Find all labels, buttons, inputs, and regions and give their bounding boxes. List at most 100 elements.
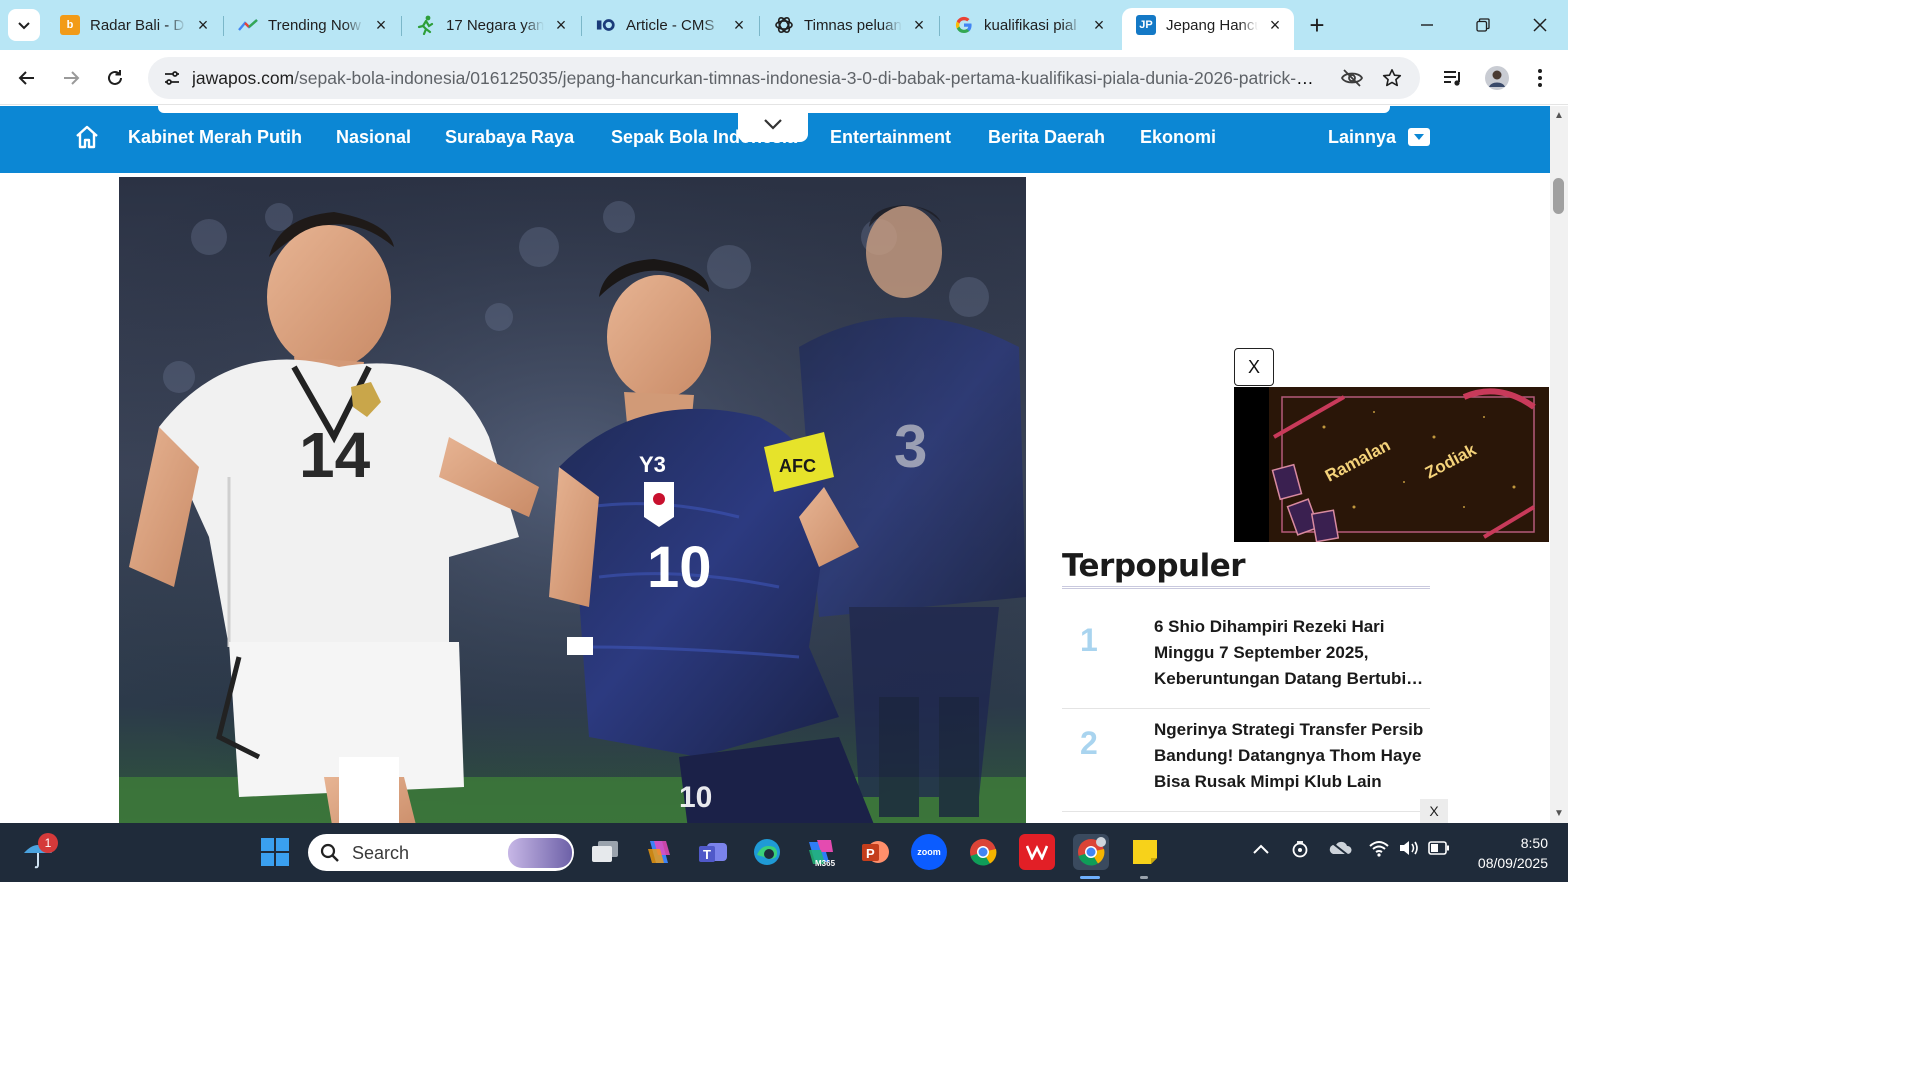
address-bar[interactable]: jawapos.com/sepak-bola-indonesia/0161250… bbox=[148, 57, 1420, 99]
reload-button[interactable] bbox=[99, 62, 131, 94]
scroll-up-arrow-icon[interactable]: ▲ bbox=[1553, 110, 1565, 122]
nav-surabaya-raya[interactable]: Surabaya Raya bbox=[445, 127, 574, 148]
home-icon[interactable] bbox=[74, 124, 100, 150]
zoom-icon[interactable]: zoom bbox=[911, 834, 947, 870]
minimize-button[interactable] bbox=[1412, 10, 1442, 40]
tab-kualifikasi-piala[interactable]: kualifikasi pial × bbox=[940, 8, 1118, 42]
zodiac-ad[interactable]: Ramalan Zodiak bbox=[1234, 387, 1549, 542]
sticky-notes-icon[interactable] bbox=[1127, 834, 1163, 870]
jawapos-icon: JP bbox=[1136, 15, 1156, 35]
restore-button[interactable] bbox=[1468, 10, 1498, 40]
sync-icon[interactable] bbox=[1290, 839, 1310, 864]
page-viewport: Kabinet Merah Putih Nasional Surabaya Ra… bbox=[0, 106, 1550, 823]
tab-radar-bali[interactable]: b Radar Bali - D × bbox=[46, 8, 222, 42]
bottom-ad-close-button[interactable]: X bbox=[1420, 799, 1448, 823]
popular-rank: 1 bbox=[1080, 622, 1098, 658]
caret-down-icon bbox=[1414, 134, 1424, 140]
football-photo: 3 14 Y3 10 AFC 10 bbox=[119, 177, 1026, 823]
edge-icon[interactable] bbox=[749, 834, 785, 870]
google-icon bbox=[954, 15, 974, 35]
microsoft-365-icon[interactable]: M365 bbox=[803, 834, 839, 870]
scroll-down-arrow-icon[interactable]: ▼ bbox=[1553, 808, 1565, 820]
arrow-right-icon bbox=[64, 71, 80, 85]
nav-kabinet-merah-putih[interactable]: Kabinet Merah Putih bbox=[128, 127, 302, 148]
minimize-icon bbox=[1421, 24, 1433, 26]
url-path: /sepak-bola-indonesia/016125035/jepang-h… bbox=[294, 68, 1322, 88]
volume-icon[interactable] bbox=[1398, 839, 1420, 862]
runner-icon bbox=[416, 15, 436, 35]
chrome-icon[interactable] bbox=[965, 834, 1001, 870]
restore-icon bbox=[1476, 18, 1490, 32]
tab-article-cms[interactable]: Article - CMS × bbox=[582, 8, 758, 42]
browser-toolbar: jawapos.com/sepak-bola-indonesia/0161250… bbox=[0, 50, 1568, 105]
nav-expand-button[interactable] bbox=[738, 106, 808, 142]
tray-overflow-icon[interactable] bbox=[1252, 839, 1270, 860]
copilot-icon[interactable] bbox=[641, 834, 677, 870]
close-window-button[interactable] bbox=[1525, 10, 1555, 40]
wps-office-icon[interactable] bbox=[1019, 834, 1055, 870]
notification-badge: 1 bbox=[38, 833, 58, 853]
tab-title: Jepang Hancu bbox=[1166, 16, 1258, 34]
tab-title: Trending Now bbox=[268, 16, 361, 34]
forward-button[interactable] bbox=[55, 62, 87, 94]
scroll-thumb[interactable] bbox=[1553, 178, 1564, 214]
popular-title[interactable]: 6 Shio Dihampiri Rezeki Hari Minggu 7 Se… bbox=[1154, 614, 1424, 692]
ad-close-button[interactable]: X bbox=[1234, 348, 1274, 386]
bookmark-button[interactable] bbox=[1376, 62, 1408, 94]
chrome-menu-button[interactable] bbox=[1524, 62, 1556, 94]
clock-time: 8:50 bbox=[1520, 835, 1548, 851]
new-tab-button[interactable]: + bbox=[1303, 12, 1331, 40]
close-icon[interactable]: × bbox=[910, 16, 928, 34]
popular-rank: 2 bbox=[1080, 725, 1098, 761]
google-trends-icon bbox=[238, 15, 258, 35]
chevron-down-icon bbox=[764, 119, 782, 130]
tab-17-negara[interactable]: 17 Negara yan × bbox=[402, 8, 580, 42]
page-scrollbar[interactable]: ▲ ▼ bbox=[1550, 106, 1568, 823]
media-controls-button[interactable] bbox=[1437, 62, 1469, 94]
reload-icon bbox=[108, 70, 122, 85]
nav-more-dropdown[interactable] bbox=[1408, 128, 1430, 146]
close-icon[interactable]: × bbox=[552, 16, 570, 34]
battery-icon[interactable] bbox=[1428, 839, 1450, 860]
captain-band-text: AFC bbox=[779, 456, 816, 476]
tune-icon bbox=[165, 71, 179, 85]
nav-ekonomi[interactable]: Ekonomi bbox=[1140, 127, 1216, 148]
m365-label: M365 bbox=[815, 859, 836, 868]
nav-berita-daerah[interactable]: Berita Daerah bbox=[988, 127, 1105, 148]
nav-entertainment[interactable]: Entertainment bbox=[830, 127, 951, 148]
svg-text:P: P bbox=[866, 846, 875, 861]
onedrive-icon[interactable] bbox=[1328, 839, 1352, 862]
close-icon[interactable]: × bbox=[372, 16, 390, 34]
taskbar-search[interactable]: Search bbox=[308, 834, 574, 871]
url-host: jawapos.com bbox=[192, 68, 295, 88]
nav-lainnya[interactable]: Lainnya bbox=[1328, 127, 1396, 148]
back-button[interactable] bbox=[11, 62, 43, 94]
nav-nasional[interactable]: Nasional bbox=[336, 127, 411, 148]
search-label: Search bbox=[352, 843, 410, 863]
powerpoint-icon[interactable]: P bbox=[857, 834, 893, 870]
tab-jepang-hancurkan[interactable]: JP Jepang Hancu × bbox=[1122, 8, 1294, 50]
url-text[interactable]: jawapos.com/sepak-bola-indonesia/0161250… bbox=[192, 68, 1322, 89]
popular-item[interactable]: 1 6 Shio Dihampiri Rezeki Hari Minggu 7 … bbox=[1062, 606, 1430, 709]
close-icon[interactable]: × bbox=[194, 16, 212, 34]
chrome-profile-icon[interactable] bbox=[1073, 834, 1109, 870]
taskbar-clock[interactable]: 8:50 08/09/2025 bbox=[1466, 833, 1548, 873]
teams-icon[interactable]: T bbox=[695, 834, 731, 870]
tab-search-button[interactable] bbox=[8, 9, 40, 41]
task-view-icon[interactable] bbox=[587, 834, 623, 870]
tab-trending-now[interactable]: Trending Now × bbox=[224, 8, 400, 42]
tracking-protection-button[interactable] bbox=[1336, 62, 1368, 94]
search-highlight-image bbox=[508, 838, 572, 868]
popular-item[interactable]: 2 Ngerinya Strategi Transfer Persib Band… bbox=[1062, 709, 1430, 812]
running-indicator bbox=[1140, 876, 1148, 879]
profile-button[interactable] bbox=[1481, 62, 1513, 94]
popular-title[interactable]: Ngerinya Strategi Transfer Persib Bandun… bbox=[1154, 717, 1424, 795]
close-icon[interactable]: × bbox=[1266, 16, 1284, 34]
windows-start-icon[interactable] bbox=[257, 834, 293, 870]
site-info-button[interactable] bbox=[156, 62, 188, 94]
close-icon[interactable]: × bbox=[730, 16, 748, 34]
wifi-icon[interactable] bbox=[1368, 839, 1390, 862]
close-icon[interactable]: × bbox=[1090, 16, 1108, 34]
close-icon bbox=[1533, 18, 1547, 32]
tab-timnas-peluang[interactable]: Timnas peluan × bbox=[760, 8, 938, 42]
